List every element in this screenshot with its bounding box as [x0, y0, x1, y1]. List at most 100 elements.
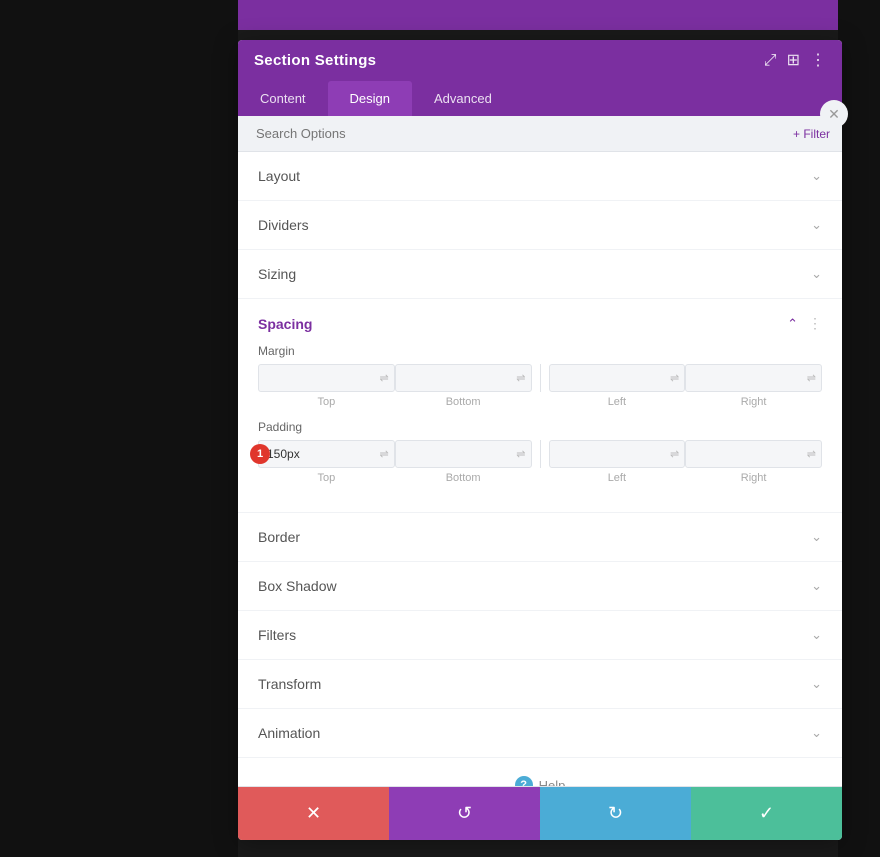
background-left [0, 0, 238, 857]
dividers-chevron: ⌄ [811, 217, 822, 233]
margin-right-wrap: ⇌ [685, 364, 822, 392]
padding-inputs-row: 1 ⇌ ⇌ [258, 440, 822, 468]
padding-left-label: Left [549, 472, 686, 484]
panel-body: Layout ⌄ Dividers ⌄ Sizing ⌄ Spacing ⌃ ⋮ [238, 152, 842, 786]
padding-bottom-input[interactable] [395, 440, 532, 468]
section-box-shadow[interactable]: Box Shadow ⌄ [238, 562, 842, 611]
margin-left-pair: ⇌ ⇌ [258, 364, 532, 392]
filter-button[interactable]: + Filter [793, 127, 830, 141]
margin-right-input[interactable] [685, 364, 822, 392]
help-label[interactable]: Help [539, 778, 566, 787]
margin-top-label: Top [258, 396, 395, 408]
spacing-section: Spacing ⌃ ⋮ Margin ⇌ [238, 299, 842, 513]
margin-left-input[interactable] [549, 364, 686, 392]
padding-labels-row: Top Bottom Left Right [258, 472, 822, 484]
margin-label: Margin [258, 344, 822, 358]
padding-right-label: Right [685, 472, 822, 484]
padding-bottom-link-icon: ⇌ [516, 448, 525, 461]
margin-top-link-icon: ⇌ [380, 372, 389, 385]
padding-top-input[interactable] [258, 440, 395, 468]
header-icons: ⤢ ⊞ ⋮ [764, 53, 826, 69]
margin-inputs-row: ⇌ ⇌ ⇌ [258, 364, 822, 392]
padding-right-input[interactable] [685, 440, 822, 468]
help-row: ? Help [238, 758, 842, 786]
cancel-button[interactable]: ✕ [238, 787, 389, 840]
margin-bottom-input[interactable] [395, 364, 532, 392]
section-dividers[interactable]: Dividers ⌄ [238, 201, 842, 250]
section-layout[interactable]: Layout ⌄ [238, 152, 842, 201]
sizing-chevron: ⌄ [811, 266, 822, 282]
margin-labels-row: Top Bottom Left Right [258, 396, 822, 408]
padding-left-pair: ⇌ ⇌ [258, 440, 532, 468]
animation-chevron: ⌄ [811, 725, 822, 741]
spacing-header[interactable]: Spacing ⌃ ⋮ [238, 299, 842, 340]
filters-label: Filters [258, 627, 296, 643]
background-right [838, 0, 880, 857]
section-transform[interactable]: Transform ⌄ [238, 660, 842, 709]
margin-right-link-icon: ⇌ [807, 372, 816, 385]
padding-left-link-icon: ⇌ [670, 448, 679, 461]
tabs-row: Content Design Advanced [238, 81, 842, 116]
filters-chevron: ⌄ [811, 627, 822, 643]
spacing-body: Margin ⇌ ⇌ [238, 340, 842, 512]
transform-label: Transform [258, 676, 321, 692]
padding-top-link-icon: ⇌ [380, 448, 389, 461]
section-sizing[interactable]: Sizing ⌄ [238, 250, 842, 299]
margin-left-wrap: ⇌ [549, 364, 686, 392]
spacing-title: Spacing [258, 316, 312, 332]
spacing-chevron: ⌃ [787, 316, 798, 332]
margin-left-label: Left [549, 396, 686, 408]
panel-header: Section Settings ⤢ ⊞ ⋮ [238, 40, 842, 81]
panel-title: Section Settings [254, 52, 376, 69]
section-animation[interactable]: Animation ⌄ [238, 709, 842, 758]
tab-design[interactable]: Design [328, 81, 412, 116]
padding-label: Padding [258, 420, 822, 434]
transform-chevron: ⌄ [811, 676, 822, 692]
tab-content[interactable]: Content [238, 81, 328, 116]
margin-label-divider [532, 396, 549, 408]
border-chevron: ⌄ [811, 529, 822, 545]
more-icon[interactable]: ⋮ [810, 53, 826, 69]
padding-bottom-wrap: ⇌ [395, 440, 532, 468]
close-panel-button[interactable]: ✕ [820, 100, 848, 128]
border-label: Border [258, 529, 300, 545]
redo-button[interactable]: ↻ [540, 787, 691, 840]
tab-advanced[interactable]: Advanced [412, 81, 514, 116]
padding-bottom-label: Bottom [395, 472, 532, 484]
padding-right-wrap: ⇌ [685, 440, 822, 468]
sizing-label: Sizing [258, 266, 296, 282]
margin-bottom-wrap: ⇌ [395, 364, 532, 392]
section-settings-panel: Section Settings ⤢ ⊞ ⋮ Content Design Ad… [238, 40, 842, 840]
padding-badge: 1 [250, 444, 270, 464]
padding-left-input[interactable] [549, 440, 686, 468]
dividers-label: Dividers [258, 217, 309, 233]
margin-bottom-label: Bottom [395, 396, 532, 408]
expand-icon[interactable]: ⤢ [764, 53, 777, 69]
padding-divider [540, 440, 541, 468]
section-border[interactable]: Border ⌄ [238, 513, 842, 562]
padding-top-wrap: ⇌ [258, 440, 395, 468]
margin-right-label: Right [685, 396, 822, 408]
padding-right-link-icon: ⇌ [807, 448, 816, 461]
box-shadow-label: Box Shadow [258, 578, 337, 594]
section-filters[interactable]: Filters ⌄ [238, 611, 842, 660]
box-shadow-chevron: ⌄ [811, 578, 822, 594]
columns-icon[interactable]: ⊞ [787, 53, 800, 69]
panel-footer: ✕ ↺ ↻ ✓ [238, 786, 842, 840]
margin-divider [540, 364, 541, 392]
search-input[interactable] [250, 116, 793, 151]
margin-right-pair: ⇌ ⇌ [549, 364, 823, 392]
margin-left-link-icon: ⇌ [670, 372, 679, 385]
margin-top-wrap: ⇌ [258, 364, 395, 392]
margin-bottom-link-icon: ⇌ [516, 372, 525, 385]
animation-label: Animation [258, 725, 320, 741]
filter-label: + Filter [793, 127, 830, 141]
undo-button[interactable]: ↺ [389, 787, 540, 840]
save-button[interactable]: ✓ [691, 787, 842, 840]
margin-top-input[interactable] [258, 364, 395, 392]
spacing-header-right: ⌃ ⋮ [787, 315, 822, 332]
padding-top-label: Top [258, 472, 395, 484]
layout-label: Layout [258, 168, 300, 184]
spacing-more-icon[interactable]: ⋮ [808, 315, 822, 332]
padding-label-divider [532, 472, 549, 484]
